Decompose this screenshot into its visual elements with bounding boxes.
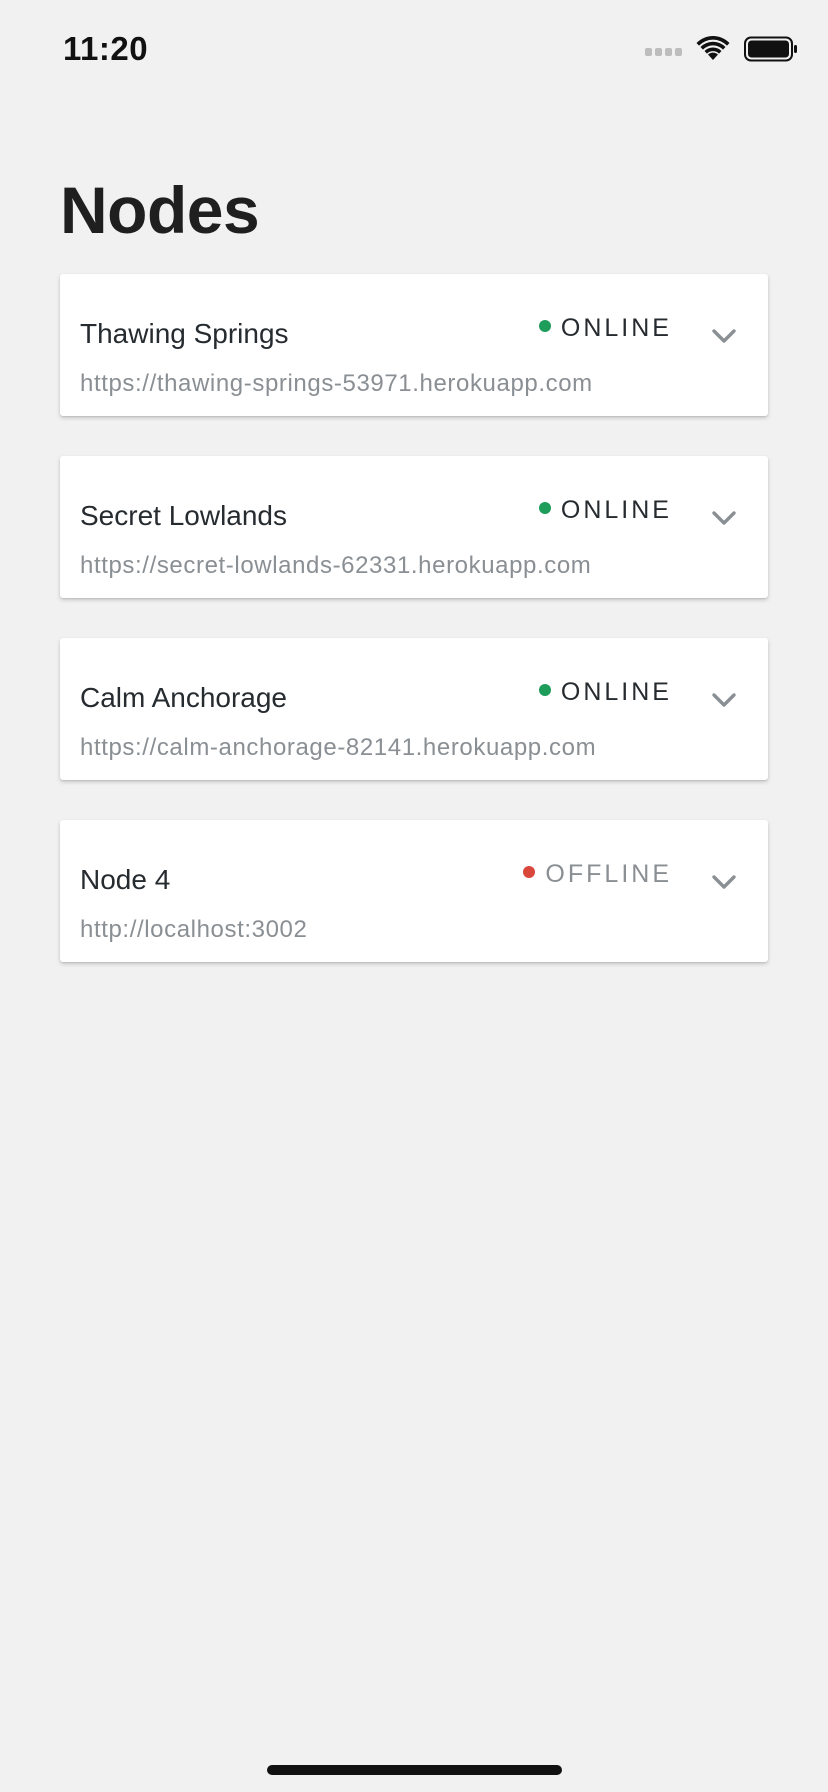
chevron-down-icon	[712, 693, 736, 707]
screen: 11:20 Nodes Thawing Springs https://thaw…	[0, 0, 828, 1792]
expand-button[interactable]	[700, 678, 748, 722]
node-name: Node 4	[80, 864, 171, 895]
node-card[interactable]: Thawing Springs https://thawing-springs-…	[60, 274, 768, 416]
expand-button[interactable]	[700, 860, 748, 904]
status-dot-icon	[538, 683, 551, 696]
status-icons	[645, 36, 798, 62]
status-badge: ONLINE	[538, 496, 672, 525]
status-bar: 11:20	[0, 0, 828, 100]
wifi-icon	[696, 36, 730, 60]
home-indicator[interactable]	[267, 1765, 562, 1775]
status-text: ONLINE	[560, 314, 672, 342]
node-card[interactable]: Calm Anchorage https://calm-anchorage-82…	[60, 638, 768, 780]
status-dot-icon	[523, 865, 536, 878]
node-url: http://localhost:3002	[80, 916, 308, 943]
status-text: OFFLINE	[545, 860, 672, 888]
node-name: Calm Anchorage	[80, 682, 288, 713]
chevron-down-icon	[712, 875, 736, 889]
chevron-down-icon	[712, 329, 736, 343]
status-badge: OFFLINE	[523, 860, 672, 889]
node-list: Thawing Springs https://thawing-springs-…	[60, 274, 768, 1002]
status-badge: ONLINE	[538, 314, 672, 343]
battery-icon	[744, 36, 797, 62]
status-time: 11:20	[63, 30, 149, 67]
chevron-down-icon	[712, 511, 736, 525]
status-dot-icon	[538, 501, 551, 514]
cellular-signal-icon	[645, 42, 682, 56]
node-url: https://secret-lowlands-62331.herokuapp.…	[80, 552, 592, 579]
node-card[interactable]: Node 4 http://localhost:3002 OFFLINE	[60, 820, 768, 962]
node-name: Secret Lowlands	[80, 500, 288, 531]
node-card[interactable]: Secret Lowlands https://secret-lowlands-…	[60, 456, 768, 598]
page-title: Nodes	[60, 173, 260, 247]
expand-button[interactable]	[700, 496, 748, 540]
node-url: https://thawing-springs-53971.herokuapp.…	[80, 370, 593, 397]
node-url: https://calm-anchorage-82141.herokuapp.c…	[80, 734, 597, 761]
node-name: Thawing Springs	[80, 318, 289, 349]
status-badge: ONLINE	[538, 678, 672, 707]
status-dot-icon	[538, 319, 551, 332]
status-text: ONLINE	[560, 678, 672, 706]
status-text: ONLINE	[560, 496, 672, 524]
expand-button[interactable]	[700, 314, 748, 358]
